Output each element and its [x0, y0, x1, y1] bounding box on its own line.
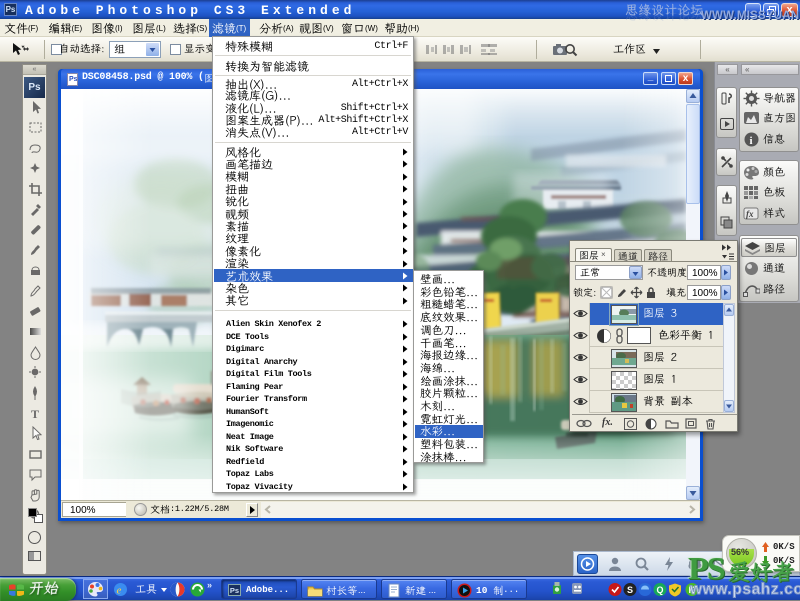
- svg-text:K: K: [689, 585, 696, 595]
- svg-text:e: e: [117, 585, 122, 597]
- svg-text:i: i: [750, 135, 753, 147]
- svg-text:S: S: [627, 585, 633, 595]
- svg-text:T: T: [31, 407, 39, 421]
- svg-text:fx: fx: [746, 209, 754, 219]
- svg-text:Q: Q: [657, 585, 664, 595]
